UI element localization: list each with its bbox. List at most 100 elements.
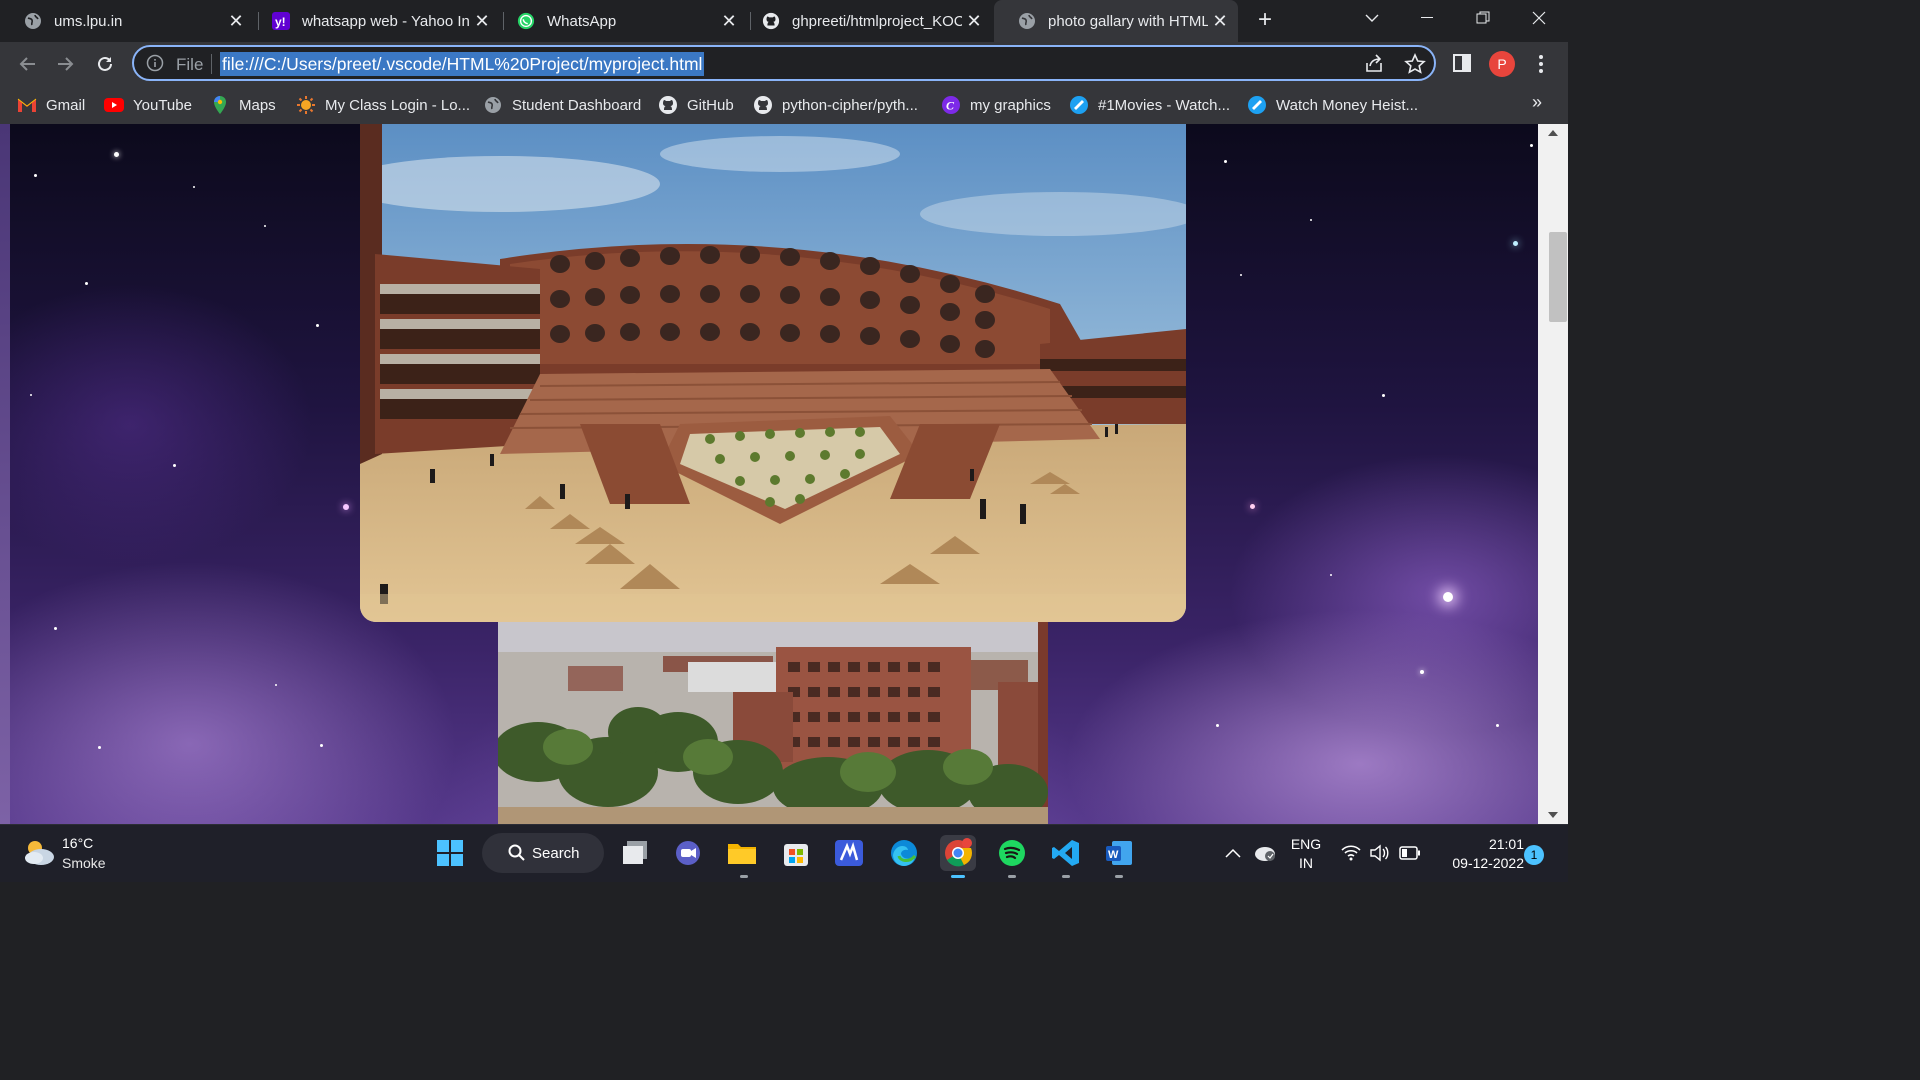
reload-button[interactable] — [91, 50, 119, 78]
chevron-up-icon[interactable] — [1218, 836, 1248, 870]
volume-icon[interactable] — [1366, 836, 1392, 870]
star — [1420, 670, 1424, 674]
bookmark-python-cipher[interactable]: python-cipher/pyth... — [753, 94, 918, 116]
weather-temperature: 16°C — [62, 835, 94, 851]
onedrive-icon[interactable] — [1248, 836, 1280, 870]
running-indicator — [1115, 875, 1123, 878]
close-icon[interactable]: ✕ — [962, 9, 986, 33]
svg-text:W: W — [1108, 849, 1119, 861]
bookmarks-bar: Gmail YouTube Maps My Class Login - Lo..… — [0, 86, 1568, 124]
close-icon[interactable]: ✕ — [1208, 9, 1232, 33]
bookmark-github[interactable]: GitHub — [658, 94, 734, 116]
word-icon[interactable]: W — [1102, 836, 1136, 870]
tab-title: ghpreeti/htmlproject_KOC — [792, 12, 962, 30]
star — [1443, 592, 1453, 602]
bookmark-youtube[interactable]: YouTube — [104, 94, 192, 116]
gmail-icon — [17, 95, 37, 115]
yahoo-icon: y! — [272, 12, 290, 30]
back-button[interactable] — [13, 50, 41, 78]
star — [320, 744, 323, 747]
side-panel-icon[interactable] — [1452, 53, 1472, 73]
folder-icon[interactable] — [725, 836, 759, 870]
wifi-icon[interactable] — [1338, 836, 1364, 870]
taskbar: 16°C Smoke Search W ENG IN 21:01 09-12-2… — [0, 824, 1568, 882]
close-window-button[interactable] — [1519, 0, 1559, 36]
close-icon[interactable]: ✕ — [224, 9, 248, 33]
vscode-icon[interactable] — [1049, 836, 1083, 870]
globe-icon — [483, 95, 503, 115]
svg-text:y!: y! — [275, 15, 286, 29]
divider — [211, 54, 212, 74]
address-bar[interactable]: File file:///C:/Users/preet/.vscode/HTML… — [132, 45, 1436, 81]
bookmark-1movies[interactable]: #1Movies - Watch... — [1069, 94, 1230, 116]
share-icon[interactable] — [1364, 54, 1384, 74]
weather-smoke-icon[interactable] — [22, 837, 56, 867]
bookmark-my-graphics[interactable]: C my graphics — [941, 94, 1051, 116]
bookmark-star-icon[interactable] — [1404, 53, 1426, 75]
canva-icon: C — [941, 95, 961, 115]
page-viewport — [0, 124, 1568, 824]
star — [264, 225, 266, 227]
battery-icon[interactable] — [1396, 836, 1424, 870]
tab-title: WhatsApp — [547, 12, 617, 30]
youtube-icon — [104, 95, 124, 115]
bookmark-gmail[interactable]: Gmail — [17, 94, 85, 116]
bookmark-money-heist[interactable]: Watch Money Heist... — [1247, 94, 1418, 116]
clock-date[interactable]: 09-12-2022 — [1436, 855, 1524, 871]
scheme-label: File — [176, 55, 204, 74]
minimize-button[interactable] — [1407, 0, 1447, 36]
bookmarks-overflow-button[interactable]: » — [1532, 92, 1542, 113]
scroll-thumb[interactable] — [1549, 232, 1567, 322]
scroll-down-arrow[interactable] — [1548, 812, 1558, 818]
task-view-icon[interactable] — [618, 836, 652, 870]
taskbar-search[interactable]: Search — [482, 833, 604, 873]
design-app-icon[interactable] — [832, 836, 866, 870]
tab-search-icon[interactable] — [1352, 0, 1392, 36]
weather-condition: Smoke — [62, 855, 106, 871]
search-label: Search — [532, 844, 580, 862]
whatsapp-icon — [517, 12, 535, 30]
bookmark-student-dashboard[interactable]: Student Dashboard — [483, 94, 641, 116]
page-scrollbar[interactable] — [1538, 124, 1568, 824]
star — [1250, 504, 1255, 509]
clock-time[interactable]: 21:01 — [1468, 836, 1524, 852]
region-indicator[interactable]: IN — [1289, 855, 1323, 871]
star — [85, 282, 88, 285]
info-icon[interactable] — [146, 54, 164, 72]
star — [30, 394, 32, 396]
meet-icon[interactable] — [671, 836, 705, 870]
menu-icon[interactable] — [1532, 52, 1550, 76]
forward-button[interactable] — [52, 50, 80, 78]
star — [316, 324, 319, 327]
bookmark-label: Gmail — [46, 96, 86, 114]
tab-photo-gallery[interactable]: photo gallary with HTML ✕ — [994, 0, 1238, 42]
profile-avatar[interactable]: P — [1489, 51, 1515, 77]
notification-badge[interactable]: 1 — [1524, 845, 1544, 865]
restore-button[interactable] — [1463, 0, 1503, 36]
bookmark-label: Maps — [239, 96, 276, 114]
tab-yahoo[interactable]: y! whatsapp web - Yahoo Inc ✕ — [248, 0, 500, 42]
chrome-icon[interactable] — [940, 835, 976, 871]
star — [114, 152, 119, 157]
bookmark-myclass[interactable]: My Class Login - Lo... — [296, 94, 470, 116]
bookmark-label: YouTube — [133, 96, 192, 114]
spotify-icon[interactable] — [995, 836, 1029, 870]
tab-whatsapp[interactable]: WhatsApp ✕ — [493, 0, 747, 42]
close-icon[interactable]: ✕ — [470, 9, 494, 33]
bookmark-label: GitHub — [687, 96, 734, 114]
bookmark-maps[interactable]: Maps — [210, 94, 276, 116]
star — [34, 174, 37, 177]
url-text[interactable]: file:///C:/Users/preet/.vscode/HTML%20Pr… — [220, 52, 705, 76]
new-tab-button[interactable]: + — [1253, 8, 1277, 33]
scroll-up-arrow[interactable] — [1548, 130, 1558, 136]
tab-github[interactable]: ghpreeti/htmlproject_KOC ✕ — [738, 0, 992, 42]
star — [1224, 160, 1227, 163]
edge-icon[interactable] — [887, 836, 921, 870]
start-icon[interactable] — [433, 836, 467, 870]
gallery-photo-courtyard[interactable] — [360, 124, 1186, 622]
globe-icon — [1018, 12, 1036, 30]
tab-ums[interactable]: ums.lpu.in ✕ — [0, 0, 254, 42]
store-icon[interactable] — [779, 836, 813, 870]
language-indicator[interactable]: ENG — [1289, 836, 1323, 852]
gallery-photo-buildings[interactable] — [498, 622, 1048, 824]
